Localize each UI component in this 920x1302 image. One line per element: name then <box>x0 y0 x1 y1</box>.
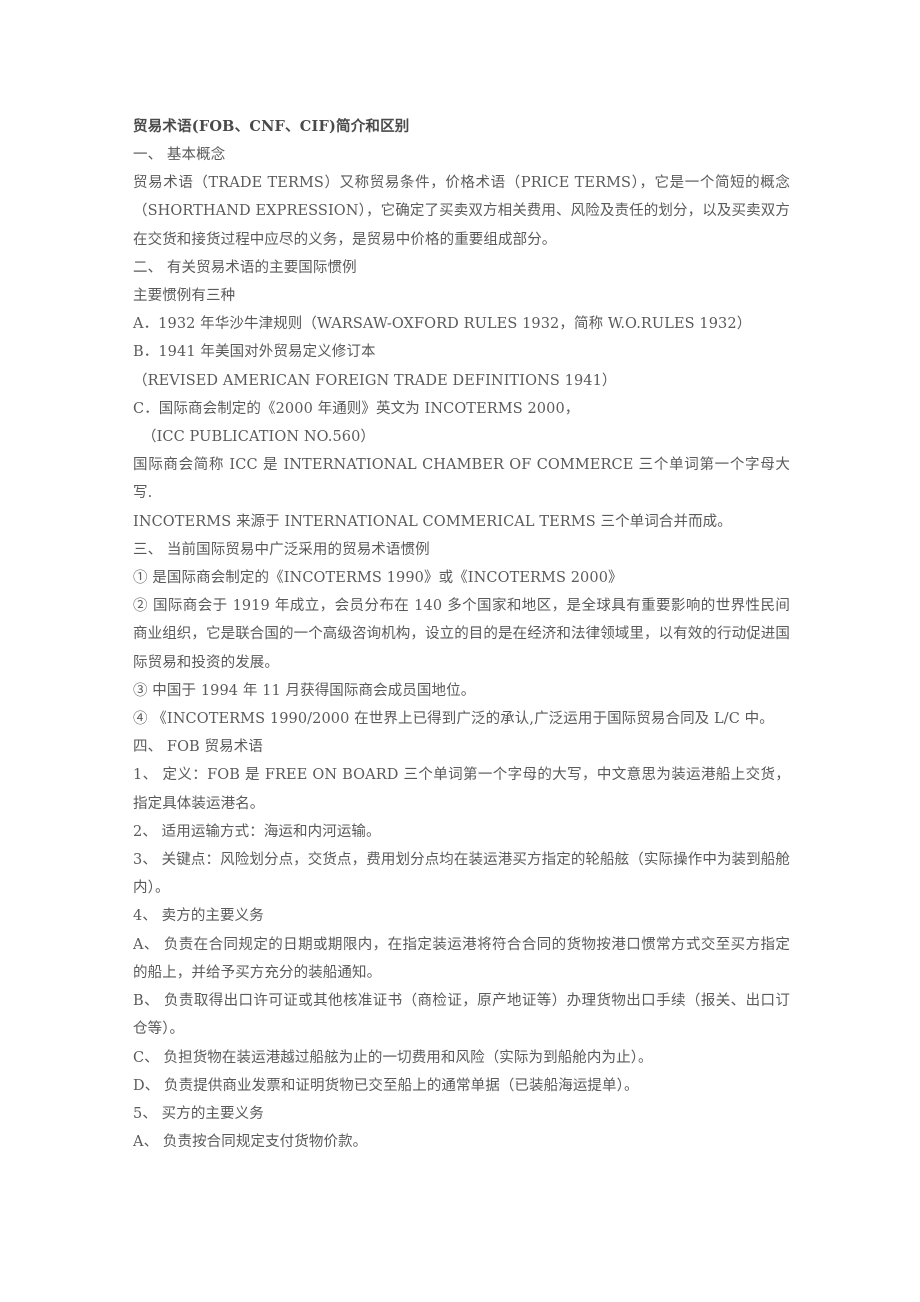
section-2-item-c: C．国际商会制定的《2000 年通则》英文为 INCOTERMS 2000， <box>133 400 580 417</box>
section-2-line-1: 主要惯例有三种 <box>133 288 236 305</box>
section-3-item-4: ④ 《INCOTERMS 1990/2000 在世界上已得到广泛的承认,广泛运用… <box>133 711 774 728</box>
section-2-icc-explanation: 国际商会简称 ICC 是 INTERNATIONAL CHAMBER OF CO… <box>133 457 790 502</box>
section-4-item-5-buyer-obligations: 5、 买方的主要义务 <box>133 1105 264 1122</box>
section-heading-4: 四、 FOB 贸易术语 <box>133 739 263 756</box>
section-heading-2: 二、 有关贸易术语的主要国际惯例 <box>133 259 357 276</box>
section-3-item-3: ③ 中国于 1994 年 11 月获得国际商会成员国地位。 <box>133 682 476 699</box>
section-4-item-2-transport: 2、 适用运输方式：海运和内河运输。 <box>133 823 381 840</box>
section-3-item-1: ① 是国际商会制定的《INCOTERMS 1990》或《INCOTERMS 20… <box>133 570 623 587</box>
section-4-seller-obligation-b: B、 负责取得出口许可证或其他核准证书（商检证，原产地证等）办理货物出口手续（报… <box>133 993 790 1038</box>
document-body: 贸易术语(FOB、CNF、CIF)简介和区别 一、 基本概念 贸易术语（TRAD… <box>133 113 790 1156</box>
section-3-item-2: ② 国际商会于 1919 年成立，会员分布在 140 多个国家和地区，是全球具有… <box>133 598 790 671</box>
section-4-seller-obligation-d: D、 负责提供商业发票和证明货物已交至船上的通常单据（已装船海运提单）。 <box>133 1077 639 1094</box>
section-4-seller-obligation-a: A、 负责在合同规定的日期或期限内，在指定装运港将符合合同的货物按港口惯常方式交… <box>133 936 790 981</box>
section-4-item-4-seller-obligations: 4、 卖方的主要义务 <box>133 908 264 925</box>
section-2-item-b: B．1941 年美国对外贸易定义修订本 <box>133 344 376 361</box>
section-4-item-3-keypoints: 3、 关键点：风险划分点，交货点，费用划分点均在装运港买方指定的轮船舷（实际操作… <box>133 852 790 897</box>
section-2-item-b-english: （REVISED AMERICAN FOREIGN TRADE DEFINITI… <box>133 372 617 389</box>
section-4-item-1-definition: 1、 定义：FOB 是 FREE ON BOARD 三个单词第一个字母的大写，中… <box>133 767 790 812</box>
document-page: 贸易术语(FOB、CNF、CIF)简介和区别 一、 基本概念 贸易术语（TRAD… <box>0 0 920 1302</box>
section-1-paragraph-1: 贸易术语（TRADE TERMS）又称贸易条件，价格术语（PRICE TERMS… <box>133 175 790 248</box>
section-2-item-a: A．1932 年华沙牛津规则（WARSAW-OXFORD RULES 1932，… <box>133 316 752 333</box>
section-2-item-c-publication: （ICC PUBLICATION NO.560） <box>142 429 376 446</box>
section-heading-3: 三、 当前国际贸易中广泛采用的贸易术语惯例 <box>133 541 430 558</box>
section-4-buyer-obligation-a: A、 负责按合同规定支付货物价款。 <box>133 1134 368 1151</box>
page-title: 贸易术语(FOB、CNF、CIF)简介和区别 <box>133 118 410 135</box>
section-heading-1: 一、 基本概念 <box>133 147 226 163</box>
section-4-seller-obligation-c: C、 负担货物在装运港越过船舷为止的一切费用和风险（实际为到船舱内为止）。 <box>133 1049 653 1066</box>
section-2-incoterms-origin: INCOTERMS 来源于 INTERNATIONAL COMMERICAL T… <box>133 513 732 530</box>
